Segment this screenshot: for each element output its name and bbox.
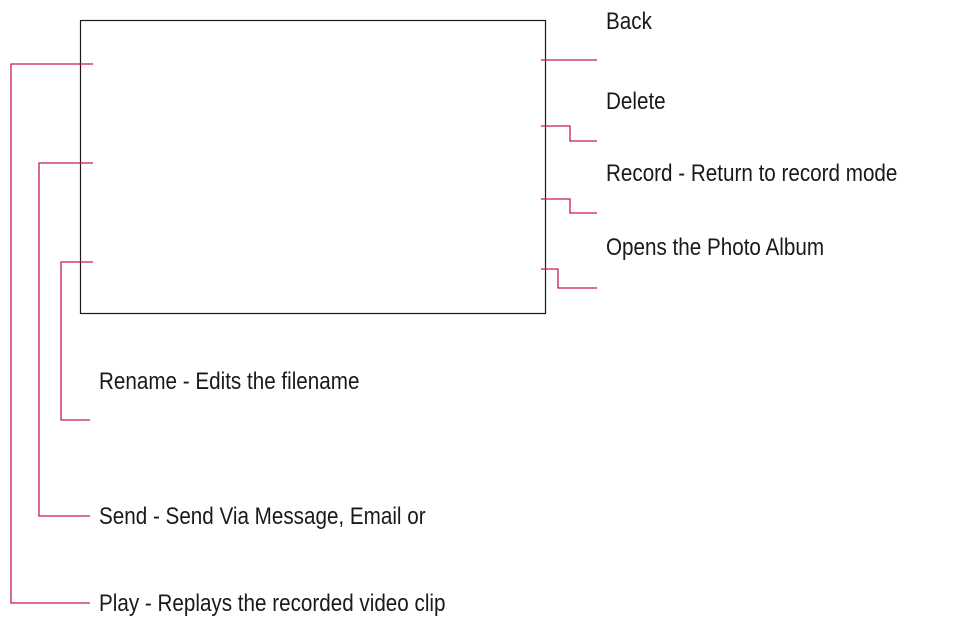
leader-delete [541, 125, 597, 142]
callout-diagram [10, 19, 597, 604]
leader-album [541, 268, 597, 289]
callout-rename-label: Rename - Edits the filename [99, 368, 360, 395]
callout-album-label: Opens the Photo Album [606, 234, 825, 261]
callout-record-label: Record - Return to record mode [606, 160, 898, 187]
leader-send [38, 162, 93, 517]
callout-back-label: Back [606, 8, 652, 35]
screen-frame [79, 19, 547, 315]
leader-rename [60, 261, 93, 421]
leader-record [541, 198, 597, 214]
callout-play-label: Play - Replays the recorded video clip [99, 590, 446, 617]
callout-send-label: Send - Send Via Message, Email or [99, 503, 426, 530]
callout-delete-label: Delete [606, 88, 666, 115]
